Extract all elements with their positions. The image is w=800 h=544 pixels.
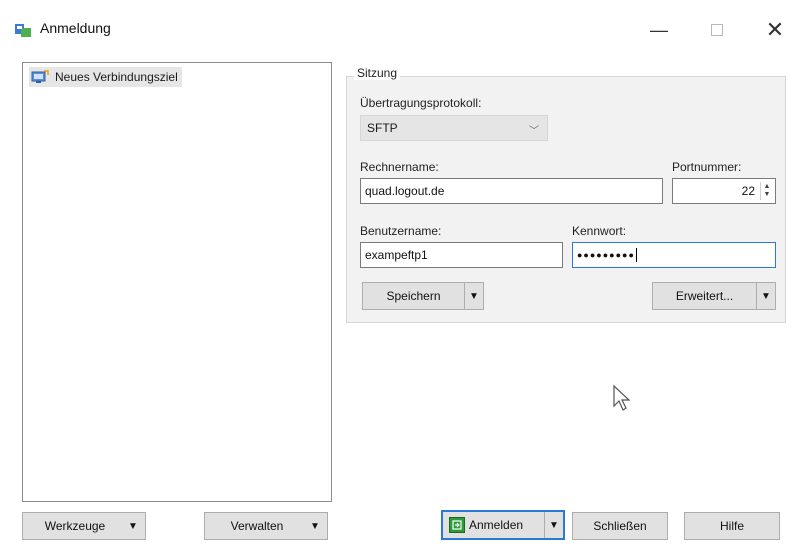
- login-button[interactable]: Anmelden ▼: [441, 510, 565, 540]
- manage-dropdown-icon: ▼: [310, 520, 320, 532]
- password-label: Kennwort:: [572, 224, 627, 238]
- username-value: exampeftp1: [365, 248, 428, 262]
- spin-up-icon[interactable]: ▲: [764, 183, 771, 191]
- winscp-app-icon: [15, 24, 31, 37]
- advanced-dropdown-icon[interactable]: ▼: [756, 283, 775, 309]
- title-bar: Anmeldung — ✕: [0, 0, 800, 62]
- save-button-label: Speichern: [386, 289, 441, 303]
- host-value: quad.logout.de: [365, 184, 445, 198]
- tools-button[interactable]: Werkzeuge ▼: [22, 512, 146, 540]
- port-label: Portnummer:: [672, 160, 742, 174]
- session-group-title: Sitzung: [354, 66, 401, 80]
- host-input[interactable]: quad.logout.de: [360, 178, 663, 204]
- port-value: 22: [741, 184, 755, 198]
- login-icon: [449, 517, 465, 533]
- close-button-label: Schließen: [593, 519, 647, 533]
- protocol-label: Übertragungsprotokoll:: [360, 96, 482, 110]
- password-value: ●●●●●●●●●: [577, 250, 635, 260]
- help-button[interactable]: Hilfe: [684, 512, 780, 540]
- host-label: Rechnername:: [360, 160, 439, 174]
- tools-dropdown-icon: ▼: [128, 520, 138, 532]
- maximize-button[interactable]: [694, 14, 740, 46]
- port-spinner[interactable]: ▲ ▼: [760, 182, 773, 200]
- login-dropdown-icon[interactable]: ▼: [544, 512, 563, 538]
- advanced-button-label: Erweitert...: [675, 289, 734, 303]
- close-button[interactable]: Schließen: [572, 512, 668, 540]
- window-title: Anmeldung: [40, 20, 111, 36]
- port-input[interactable]: 22 ▲ ▼: [672, 178, 776, 204]
- save-button[interactable]: Speichern ▼: [362, 282, 484, 310]
- site-tree[interactable]: Neues Verbindungsziel: [22, 62, 332, 502]
- manage-button[interactable]: Verwalten ▼: [204, 512, 328, 540]
- close-window-button[interactable]: ✕: [752, 14, 798, 46]
- username-input[interactable]: exampeftp1: [360, 242, 563, 268]
- advanced-button[interactable]: Erweitert... ▼: [652, 282, 776, 310]
- minimize-icon: —: [650, 19, 668, 40]
- spin-down-icon[interactable]: ▼: [764, 191, 771, 199]
- save-dropdown-icon[interactable]: ▼: [464, 283, 483, 309]
- tools-button-label: Werkzeuge: [44, 519, 106, 533]
- new-site-icon: [31, 70, 49, 83]
- protocol-value: SFTP: [367, 121, 398, 135]
- text-caret: [635, 248, 637, 262]
- help-button-label: Hilfe: [719, 519, 744, 533]
- close-icon: ✕: [765, 17, 785, 42]
- password-input[interactable]: ●●●●●●●●●: [572, 242, 776, 268]
- mouse-cursor-icon: [613, 384, 631, 411]
- manage-button-label: Verwalten: [230, 519, 284, 533]
- protocol-select[interactable]: SFTP ﹀: [360, 115, 548, 141]
- login-button-label: Anmelden: [469, 518, 524, 532]
- tree-item-new-site[interactable]: Neues Verbindungsziel: [29, 67, 182, 87]
- chevron-down-icon: ﹀: [529, 126, 539, 137]
- tree-item-label: Neues Verbindungsziel: [55, 70, 178, 84]
- username-label: Benutzername:: [360, 224, 442, 238]
- minimize-button[interactable]: —: [636, 14, 682, 46]
- maximize-icon: [711, 24, 723, 36]
